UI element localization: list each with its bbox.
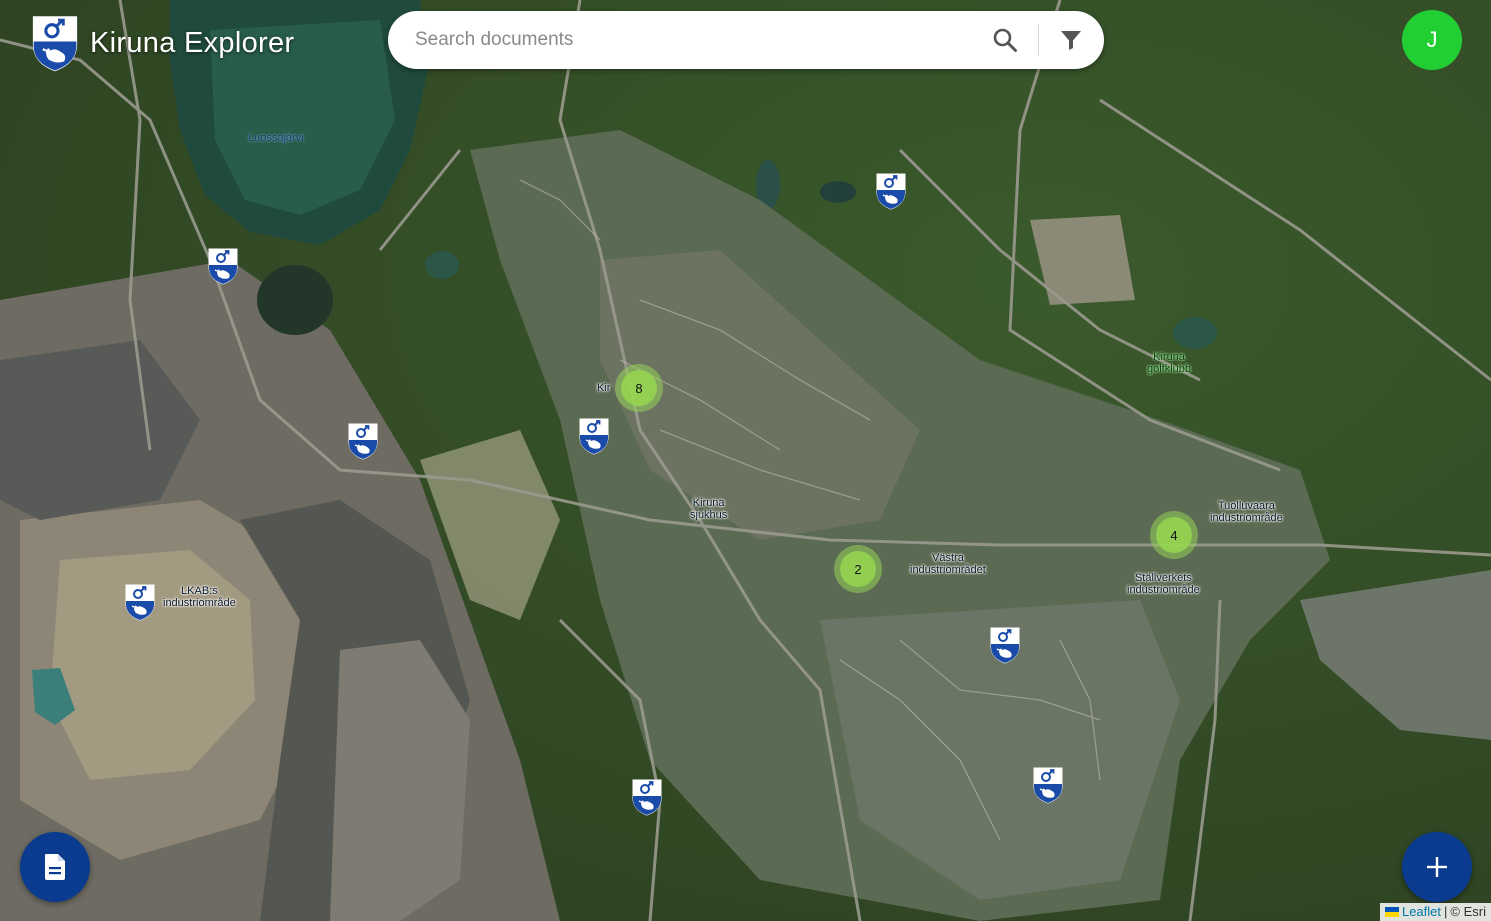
document-marker[interactable] — [631, 778, 663, 816]
attribution-separator: | — [1444, 904, 1448, 919]
ukraine-flag-icon — [1384, 906, 1399, 917]
map-label-sjukhus: Kiruna sjukhus — [690, 497, 728, 521]
app-brand[interactable]: Kiruna Explorer — [30, 14, 294, 72]
document-marker[interactable] — [578, 417, 610, 455]
search-icon[interactable] — [992, 27, 1018, 53]
app-title: Kiruna Explorer — [90, 26, 295, 59]
kiruna-coat-of-arms-icon — [30, 14, 80, 72]
cluster-count: 2 — [840, 551, 876, 587]
document-cluster[interactable]: 8 — [615, 364, 663, 412]
esri-attribution: © Esri — [1450, 904, 1486, 919]
cluster-count: 8 — [621, 370, 657, 406]
map-view[interactable]: Luossajärvi Kiruna golfklubb Kiruna sjuk… — [0, 0, 1491, 921]
plus-icon — [1427, 857, 1447, 877]
document-marker[interactable] — [347, 422, 379, 460]
map-label-kiruna: Kir — [597, 382, 611, 394]
document-marker[interactable] — [989, 626, 1021, 664]
map-label-lkab: LKAB:s industriområde — [163, 585, 236, 609]
map-label-vastra-industriomradet: Västra industriområdet — [910, 552, 986, 576]
kiruna-coat-of-arms-icon — [579, 418, 609, 455]
map-label-luossajarvi: Luossajärvi — [248, 132, 304, 144]
kiruna-coat-of-arms-icon — [1033, 767, 1063, 804]
cluster-count: 4 — [1156, 517, 1192, 553]
search-divider — [1038, 24, 1039, 56]
document-marker[interactable] — [207, 247, 239, 285]
leaflet-link[interactable]: Leaflet — [1402, 904, 1441, 919]
document-cluster[interactable]: 2 — [834, 545, 882, 593]
documents-button[interactable] — [20, 832, 90, 902]
user-avatar[interactable]: J — [1402, 10, 1462, 70]
document-cluster[interactable]: 4 — [1150, 511, 1198, 559]
document-icon — [45, 854, 65, 880]
satellite-basemap — [0, 0, 1491, 921]
kiruna-coat-of-arms-icon — [348, 423, 378, 460]
kiruna-coat-of-arms-icon — [876, 173, 906, 210]
document-marker[interactable] — [1032, 766, 1064, 804]
add-document-button[interactable] — [1402, 832, 1472, 902]
kiruna-coat-of-arms-icon — [990, 627, 1020, 664]
filter-icon[interactable] — [1059, 28, 1083, 52]
document-marker[interactable] — [875, 172, 907, 210]
kiruna-coat-of-arms-icon — [632, 779, 662, 816]
map-attribution: Leaflet | © Esri — [1379, 903, 1491, 921]
map-label-stallverkets: Ställverkets industriområde — [1127, 572, 1200, 596]
search-input[interactable] — [413, 28, 977, 52]
search-bar — [388, 11, 1104, 69]
kiruna-coat-of-arms-icon — [208, 248, 238, 285]
kiruna-coat-of-arms-icon — [32, 16, 78, 72]
map-label-golfklubb: Kiruna golfklubb — [1147, 351, 1192, 375]
map-label-tuolluvaara: Tuolluvaara industriområde — [1210, 500, 1283, 524]
kiruna-coat-of-arms-icon — [125, 584, 155, 621]
document-marker[interactable] — [124, 583, 156, 621]
